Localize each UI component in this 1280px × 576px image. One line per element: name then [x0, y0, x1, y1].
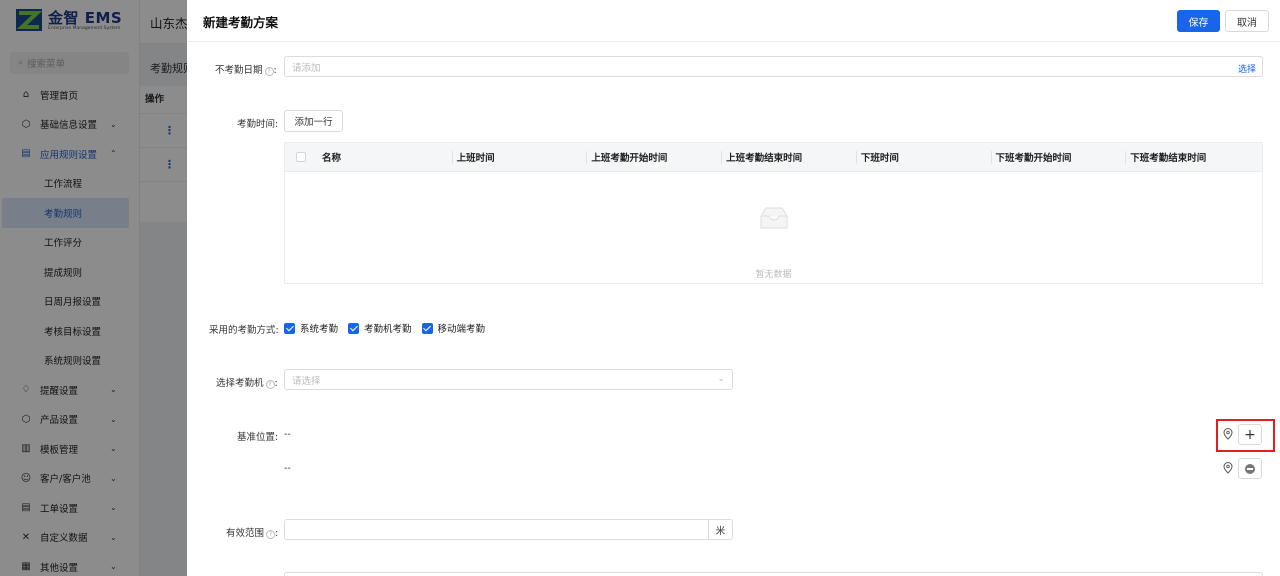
empty-state: 暂无数据 — [285, 172, 1262, 284]
table-column-header: 下班考勤结束时间 — [1125, 143, 1262, 171]
no-attendance-date-placeholder: 请添加 — [292, 62, 321, 74]
table-column-header: 上班考勤开始时间 — [586, 143, 721, 171]
drawer-title: 新建考勤方案 — [203, 15, 279, 30]
empty-text: 暂无数据 — [755, 270, 792, 280]
attendance-method-checkbox[interactable]: 系统考勤 — [284, 321, 338, 335]
attendance-method-checkbox[interactable]: 移动端考勤 — [421, 321, 486, 335]
help-icon[interactable]: ? — [265, 380, 275, 389]
save-button[interactable]: 保存 — [1177, 10, 1220, 32]
table-column-header: 上班时间 — [451, 143, 587, 171]
attendance-methods-label: 采用的考勤方式: — [209, 325, 279, 336]
table-column-header: 下班时间 — [855, 143, 991, 171]
next-field-input[interactable] — [284, 572, 1263, 576]
table-header: 名称 上班时间 上班考勤开始时间 上班考勤结束时间 下班时间 下班考勤开始时间 下班考勤结束… — [285, 143, 1262, 172]
help-icon[interactable]: ? — [264, 67, 274, 76]
attendance-machine-label: 选择考勤机?: — [216, 378, 278, 389]
attendance-method-label: 考勤机考勤 — [364, 324, 412, 335]
attendance-time-table: 名称 上班时间 上班考勤开始时间 上班考勤结束时间 下班时间 下班考勤开始时间 下班考勤结束… — [284, 142, 1263, 284]
location-pin-icon[interactable] — [1223, 462, 1233, 474]
attendance-methods-group: 系统考勤 考勤机考勤 移动端考勤 — [284, 321, 495, 335]
highlight-box — [1216, 419, 1275, 452]
attendance-method-checkbox[interactable]: 考勤机考勤 — [348, 321, 412, 335]
base-location-label: 基准位置: — [237, 432, 279, 443]
checkbox-checked-icon[interactable] — [348, 322, 360, 334]
checkbox-checked-icon[interactable] — [284, 322, 295, 334]
attendance-time-label: 考勤时间: — [237, 119, 279, 130]
attendance-machine-placeholder: 请选择 — [292, 375, 321, 387]
new-attendance-plan-drawer: 新建考勤方案 保存 取消 不考勤日期?: 请添加 选择 考勤时间: 添加一行 名… — [187, 0, 1280, 576]
valid-range-label: 有效范围?: — [226, 528, 279, 539]
attendance-machine-select[interactable]: 请选择 ⌄ — [284, 369, 733, 390]
help-icon[interactable]: ? — [266, 530, 276, 539]
drawer-header: 新建考勤方案 保存 取消 — [187, 0, 1280, 42]
checkbox-checked-icon[interactable] — [421, 322, 433, 334]
table-column-header: 下班考勤开始时间 — [990, 143, 1126, 171]
valid-range-input[interactable]: 米 — [284, 519, 733, 540]
attendance-method-label: 移动端考勤 — [437, 324, 486, 335]
unit-label: 米 — [708, 520, 732, 539]
empty-inbox-icon — [760, 207, 788, 229]
no-attendance-date-label: 不考勤日期?: — [215, 65, 277, 76]
table-column-header: 上班考勤结束时间 — [721, 143, 856, 171]
attendance-method-label: 系统考勤 — [300, 324, 339, 335]
add-row-button[interactable]: 添加一行 — [284, 110, 343, 132]
remove-location-button[interactable] — [1238, 458, 1262, 479]
select-all-checkbox[interactable] — [285, 143, 317, 171]
base-location-value: -- — [284, 429, 291, 440]
select-date-link[interactable]: 选择 — [1238, 62, 1256, 75]
cancel-button[interactable]: 取消 — [1225, 10, 1269, 32]
base-location-value: -- — [284, 463, 291, 474]
no-attendance-date-input[interactable]: 请添加 选择 — [284, 56, 1263, 77]
chevron-down-icon: ⌄ — [717, 374, 725, 384]
minus-circle-icon — [1245, 463, 1255, 474]
table-column-header: 名称 — [321, 153, 341, 164]
